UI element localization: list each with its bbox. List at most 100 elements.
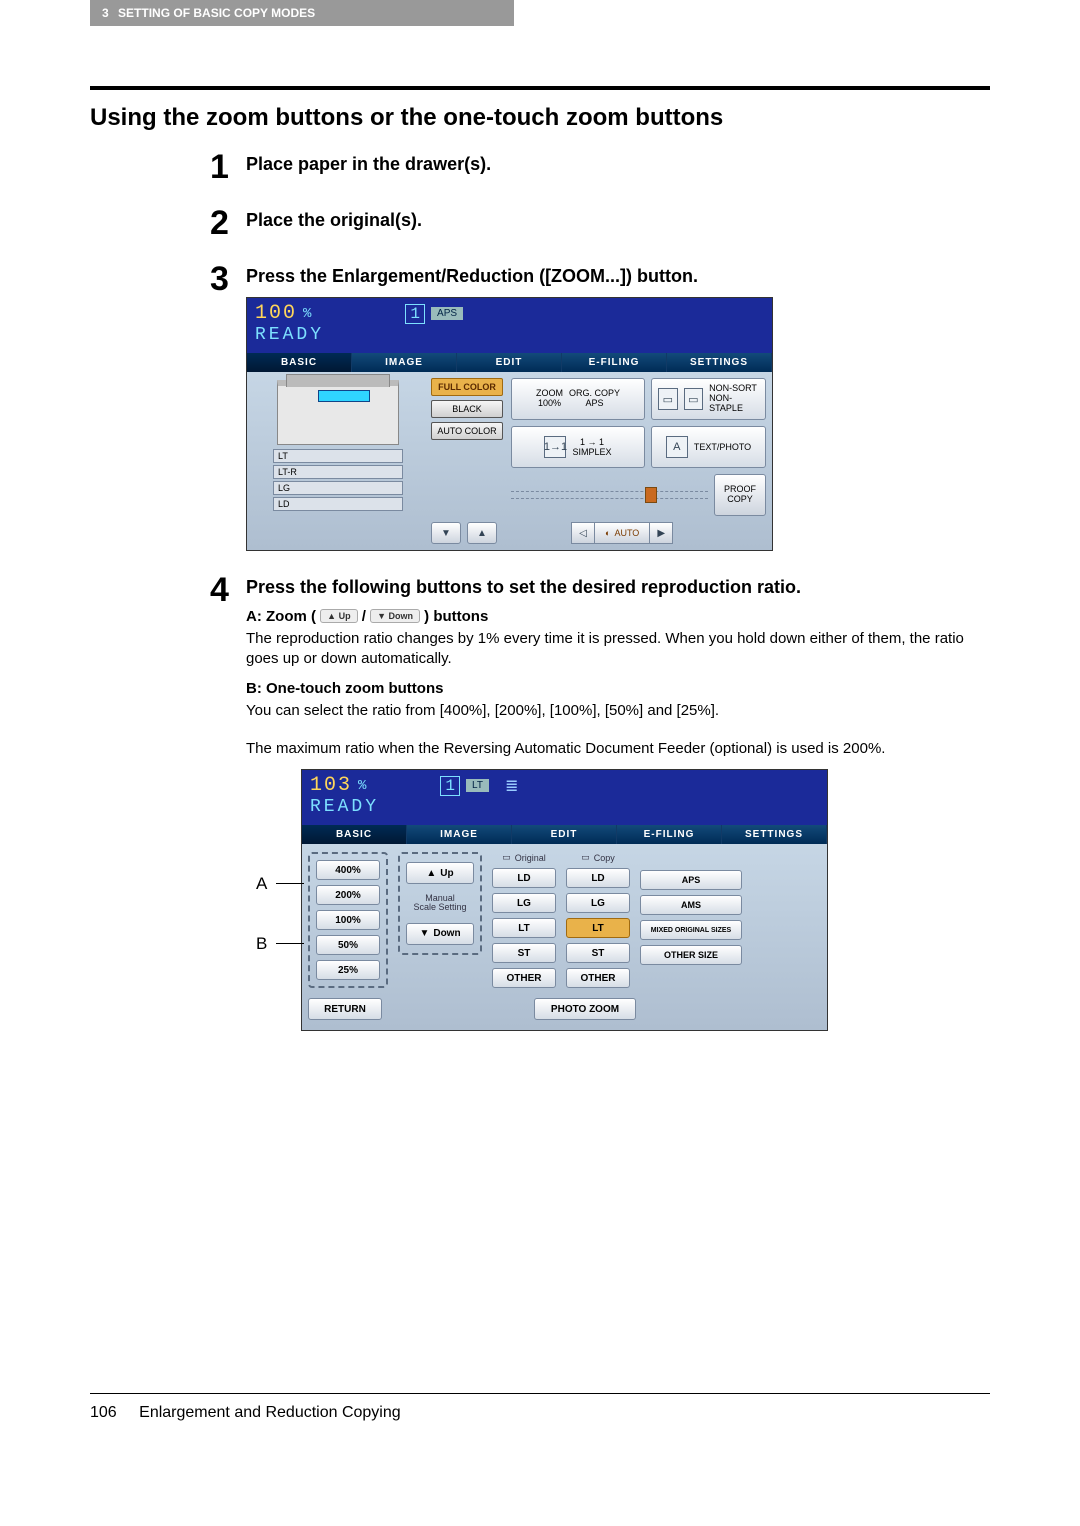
ratio-pct: %	[303, 306, 313, 322]
simplex-button[interactable]: 1→1 1 → 1 SIMPLEX	[511, 426, 645, 468]
drawer-ltr[interactable]: LT-R	[273, 465, 403, 479]
tab-basic[interactable]: BASIC	[247, 353, 352, 372]
p2-tab-efiling[interactable]: E-FILING	[617, 825, 722, 844]
copy-ld[interactable]: LD	[566, 868, 630, 888]
zoom-up-button[interactable]: ▲ Up	[406, 862, 474, 884]
up-triangle-icon: ▲	[426, 868, 436, 879]
density-auto-button[interactable]: ◐ AUTO	[595, 522, 649, 544]
inline-down-button: ▼ Down	[370, 609, 420, 623]
orig-lg[interactable]: LG	[492, 893, 556, 913]
p2-pct: %	[358, 778, 368, 794]
chapter-header: 3 SETTING OF BASIC COPY MODES	[90, 0, 514, 26]
proof-copy-button[interactable]: PROOF COPY	[714, 474, 766, 516]
textphoto-label: TEXT/PHOTO	[694, 442, 751, 452]
orig-st[interactable]: ST	[492, 943, 556, 963]
p2-count: 1	[440, 776, 460, 796]
tab-settings[interactable]: SETTINGS	[667, 353, 772, 372]
zoom-50[interactable]: 50%	[316, 935, 380, 955]
page-staple-icon: ▭	[684, 388, 704, 410]
density-right-icon[interactable]: ▶	[649, 522, 673, 544]
step-1-title: Place paper in the drawer(s).	[246, 154, 990, 175]
orig-lt[interactable]: LT	[492, 918, 556, 938]
copy-other[interactable]: OTHER	[566, 968, 630, 988]
page-icon: ▭	[658, 388, 678, 410]
p2-ratio: 103	[310, 774, 352, 797]
one-touch-zoom-group: 400% 200% 100% 50% 25%	[308, 852, 388, 988]
up-down-group: ▲ Up Manual Scale Setting ▼ Down	[398, 852, 482, 955]
p2-paper-badge: LT	[466, 779, 489, 792]
orig-other[interactable]: OTHER	[492, 968, 556, 988]
step-3: 3 Press the Enlargement/Reduction ([ZOOM…	[210, 262, 990, 551]
drawer-ld[interactable]: LD	[273, 497, 403, 511]
zoom-400[interactable]: 400%	[316, 860, 380, 880]
zoom-down-button[interactable]: ▼ Down	[406, 923, 474, 945]
panel1-tabs: BASIC IMAGE EDIT E-FILING SETTINGS	[247, 353, 772, 372]
original-icon: ▭	[502, 852, 511, 863]
step-4-number: 4	[210, 573, 246, 1031]
auto-icon: ◐	[605, 528, 610, 538]
rule-bottom	[90, 1393, 990, 1394]
tab-edit[interactable]: EDIT	[457, 353, 562, 372]
p2-tab-image[interactable]: IMAGE	[407, 825, 512, 844]
drawer-list: LT LT-R LG LD	[273, 449, 403, 511]
step-2-title: Place the original(s).	[246, 210, 990, 231]
ams-button[interactable]: AMS	[640, 895, 742, 915]
section-heading: Using the zoom buttons or the one-touch …	[90, 104, 990, 132]
tab-efiling[interactable]: E-FILING	[562, 353, 667, 372]
copy-count: 1	[405, 304, 425, 324]
copier-illustration	[277, 380, 399, 445]
zoom-100[interactable]: 100%	[316, 910, 380, 930]
tray-down-icon[interactable]: ▼	[431, 522, 461, 544]
textphoto-button[interactable]: A TEXT/PHOTO	[651, 426, 766, 468]
drawer-lt[interactable]: LT	[273, 449, 403, 463]
step-4-note: The maximum ratio when the Reversing Aut…	[246, 739, 990, 759]
photo-zoom-button[interactable]: PHOTO ZOOM	[534, 998, 636, 1020]
other-size-button[interactable]: OTHER SIZE	[640, 945, 742, 965]
zoom-25[interactable]: 25%	[316, 960, 380, 980]
textphoto-icon: A	[666, 436, 688, 458]
p2-tab-edit[interactable]: EDIT	[512, 825, 617, 844]
zoom-button[interactable]: ZOOM 100% ORG. COPY APS	[511, 378, 645, 420]
page-footer: 106 Enlargement and Reduction Copying	[90, 1404, 990, 1422]
zoom-200[interactable]: 200%	[316, 885, 380, 905]
step-4-a-heading: A: Zoom ( ▲ Up / ▼ Down ) buttons	[246, 608, 990, 625]
full-color-button[interactable]: FULL COLOR	[431, 378, 503, 396]
copy-lt[interactable]: LT	[566, 918, 630, 938]
callout-a: A	[256, 874, 304, 894]
step-2: 2 Place the original(s).	[210, 206, 990, 240]
mixed-button[interactable]: MIXED ORIGINAL SIZES	[640, 920, 742, 940]
copy-st[interactable]: ST	[566, 943, 630, 963]
aps-button[interactable]: APS	[640, 870, 742, 890]
tray-up-icon[interactable]: ▲	[467, 522, 497, 544]
proof-l2: COPY	[715, 495, 765, 505]
manual-scale-label: Manual Scale Setting	[413, 894, 466, 913]
panel2-tabs: BASIC IMAGE EDIT E-FILING SETTINGS	[302, 825, 827, 844]
return-button[interactable]: RETURN	[308, 998, 382, 1020]
drawer-lg[interactable]: LG	[273, 481, 403, 495]
chapter-title: SETTING OF BASIC COPY MODES	[118, 6, 315, 20]
sort-button[interactable]: ▭ ▭ NON-SORT NON-STAPLE	[651, 378, 766, 420]
step-4-title: Press the following buttons to set the d…	[246, 577, 990, 598]
tab-image[interactable]: IMAGE	[352, 353, 457, 372]
step-4-b-heading: B: One-touch zoom buttons	[246, 680, 990, 697]
black-button[interactable]: BLACK	[431, 400, 503, 418]
paper-stack-icon: ≣	[505, 776, 518, 796]
copy-lg[interactable]: LG	[566, 893, 630, 913]
callout-b: B	[256, 934, 304, 954]
page-number: 106	[90, 1404, 117, 1421]
copy-icon: ▭	[581, 852, 590, 863]
step-2-number: 2	[210, 206, 246, 240]
orig-ld[interactable]: LD	[492, 868, 556, 888]
step-1: 1 Place paper in the drawer(s).	[210, 150, 990, 184]
zoom-panel-screenshot: 103 % 1 LT ≣ READY BASIC IMAGE EDIT	[301, 769, 828, 1031]
step-4-b-body: You can select the ratio from [400%], [2…	[246, 701, 990, 721]
orig-copy-l2: APS	[569, 399, 620, 409]
auto-color-button[interactable]: AUTO COLOR	[431, 422, 503, 440]
density-left-icon[interactable]: ◁	[571, 522, 595, 544]
ready-indicator: READY	[255, 325, 764, 345]
original-size-group: ▭Original LD LG LT ST OTHER	[492, 852, 556, 988]
p2-tab-settings[interactable]: SETTINGS	[722, 825, 827, 844]
simplex-label: 1 → 1 SIMPLEX	[572, 437, 611, 457]
p2-tab-basic[interactable]: BASIC	[302, 825, 407, 844]
aps-badge: APS	[431, 307, 463, 320]
